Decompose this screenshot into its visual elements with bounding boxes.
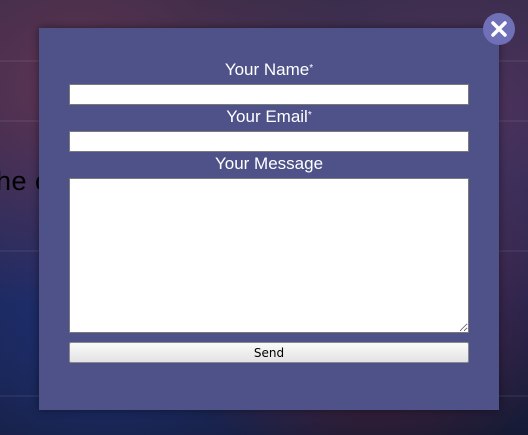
email-field[interactable]	[69, 131, 469, 152]
close-icon	[491, 21, 507, 37]
send-button[interactable]: Send	[69, 342, 469, 363]
name-label: Your Name*	[224, 60, 314, 79]
message-textarea[interactable]	[69, 178, 469, 333]
close-button[interactable]	[483, 13, 515, 45]
email-label: Your Email*	[226, 107, 312, 126]
name-field[interactable]	[69, 84, 469, 105]
message-label: Your Message	[214, 154, 324, 173]
